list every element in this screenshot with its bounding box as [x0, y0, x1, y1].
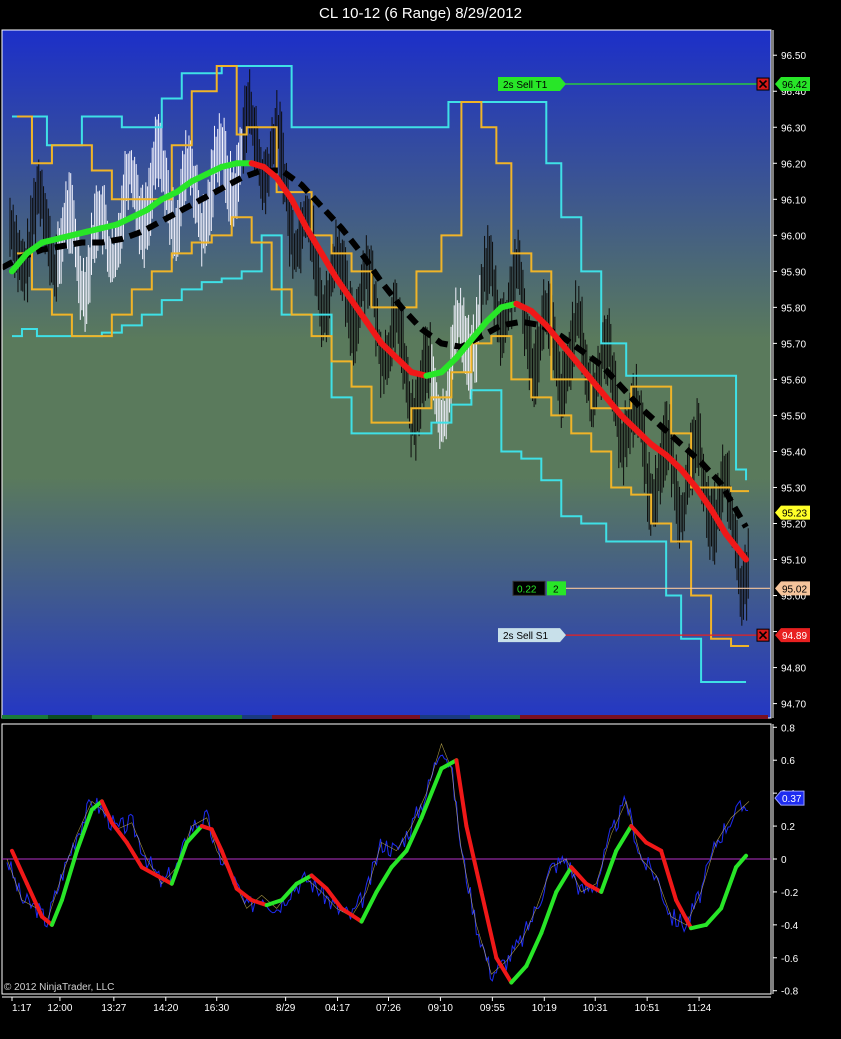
session-strip	[420, 715, 470, 719]
position-pnl: 0.22	[517, 584, 537, 595]
osc-tick-label: -0.6	[781, 954, 799, 965]
session-strip	[242, 715, 272, 719]
price-tick-label: 96.20	[781, 159, 806, 170]
price-tick-label: 95.20	[781, 519, 806, 530]
price-marker-95-02: 95.02	[775, 581, 810, 596]
osc-tick-label: -0.8	[781, 987, 799, 998]
price-marker-94-89: 94.89	[775, 628, 810, 643]
x-tick-label: 8/29	[276, 1003, 296, 1014]
x-tick-label: 09:10	[428, 1003, 453, 1014]
copyright-text: © 2012 NinjaTrader, LLC	[4, 982, 114, 993]
x-tick-label: 11:24	[687, 1003, 712, 1014]
price-tick-label: 96.50	[781, 51, 806, 62]
x-tick-label: 07:26	[376, 1003, 401, 1014]
price-tick-label: 96.00	[781, 231, 806, 242]
session-strip	[48, 715, 92, 719]
price-marker-95-23: 95.23	[775, 505, 810, 520]
session-strip	[2, 715, 48, 719]
session-strip	[272, 715, 420, 719]
price-tick-label: 96.10	[781, 195, 806, 206]
x-tick-label: 10:51	[635, 1003, 660, 1014]
price-marker-label: 95.02	[782, 584, 807, 595]
x-tick-label: 04:17	[325, 1003, 350, 1014]
order-label-sell-s1[interactable]: 2s Sell S1	[498, 628, 566, 643]
price-marker-label: 94.89	[782, 631, 807, 642]
price-tick-label: 95.60	[781, 375, 806, 386]
x-tick-label: 1:17	[12, 1003, 32, 1014]
price-tick-label: 95.70	[781, 339, 806, 350]
session-strip	[520, 715, 768, 719]
osc-tick-label: -0.4	[781, 921, 799, 932]
x-tick-label: 16:30	[204, 1003, 229, 1014]
price-panel-background	[2, 30, 771, 718]
osc-tick-label: 0.2	[781, 822, 795, 833]
price-marker-96-42: 96.42	[775, 77, 810, 92]
x-tick-label: 14:20	[153, 1003, 178, 1014]
session-strip	[470, 715, 520, 719]
order-label-sell-t1[interactable]: 2s Sell T1	[498, 77, 566, 92]
x-tick-label: 09:55	[480, 1003, 505, 1014]
price-tick-label: 95.10	[781, 556, 806, 567]
order-label-text: 2s Sell T1	[503, 80, 548, 91]
price-marker-label: 96.42	[782, 80, 807, 91]
x-tick-label: 12:00	[47, 1003, 72, 1014]
osc-tick-label: 0.6	[781, 756, 795, 767]
close-order-button[interactable]	[756, 628, 770, 642]
osc-tick-label: 0.8	[781, 723, 795, 734]
close-order-button[interactable]	[756, 77, 770, 91]
price-tick-label: 96.30	[781, 123, 806, 134]
osc-tick-label: -0.2	[781, 888, 799, 899]
price-tick-label: 95.30	[781, 483, 806, 494]
price-tick-label: 95.90	[781, 267, 806, 278]
position-qty: 2	[553, 584, 559, 595]
price-tick-label: 95.80	[781, 303, 806, 314]
session-strip	[92, 715, 242, 719]
price-tick-label: 94.80	[781, 664, 806, 675]
order-label-text: 2s Sell S1	[503, 631, 548, 642]
x-tick-label: 10:19	[532, 1003, 557, 1014]
osc-tick-label: 0	[781, 855, 787, 866]
price-tick-label: 95.50	[781, 411, 806, 422]
x-tick-label: 13:27	[101, 1003, 126, 1014]
price-tick-label: 94.70	[781, 700, 806, 711]
x-tick-label: 10:31	[583, 1003, 608, 1014]
osc-marker-label: 0.37	[782, 794, 802, 805]
price-marker-label: 95.23	[782, 509, 807, 520]
price-tick-label: 95.40	[781, 447, 806, 458]
chart-area[interactable]: 2s Sell T12s Sell S10.22 296.5096.4096.30…	[0, 0, 841, 1039]
